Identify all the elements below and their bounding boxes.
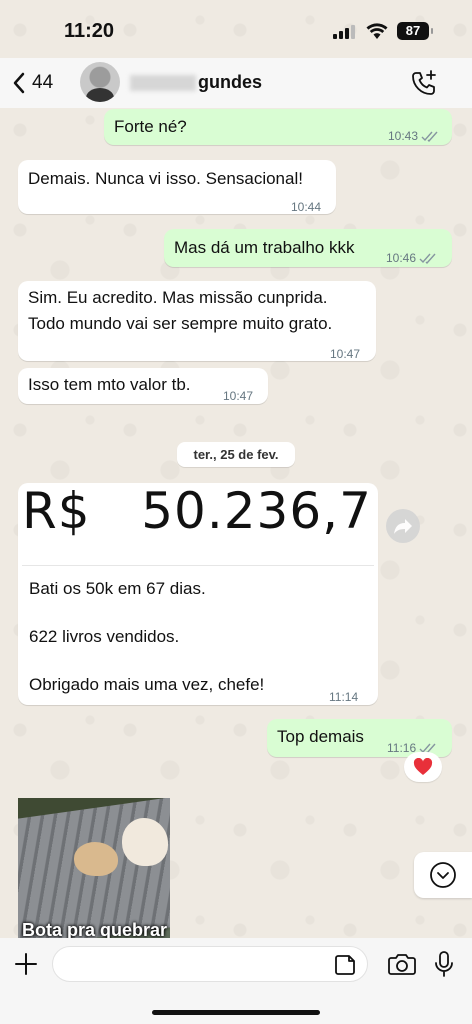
signal-icon	[333, 25, 357, 39]
message-time: 10:47	[223, 389, 254, 403]
back-button[interactable]: 44	[12, 68, 53, 98]
heart-reaction[interactable]	[404, 752, 442, 782]
message-text: Mas dá um trabalho kkk	[174, 238, 355, 257]
message-outgoing[interactable]: Mas dá um trabalho kkk 10:46	[164, 229, 452, 267]
forward-button[interactable]	[386, 509, 420, 543]
back-chevron-icon	[13, 72, 25, 94]
message-meta: 10:43	[388, 124, 439, 148]
message-text: Top demais	[277, 727, 364, 746]
battery-icon: 87	[397, 22, 433, 40]
message-image[interactable]: R$ 50.236,77	[22, 488, 374, 566]
camera-icon[interactable]	[388, 952, 416, 976]
sticker-message[interactable]: Bota pra quebrar	[18, 798, 170, 938]
hen-figure	[74, 842, 118, 876]
sticker-icon[interactable]	[334, 954, 356, 976]
message-text-line: 622 livros vendidos.	[29, 627, 180, 646]
message-time: 11:14	[329, 690, 359, 704]
message-time: 10:44	[291, 200, 322, 214]
read-ticks-icon	[421, 131, 438, 142]
contact-avatar[interactable]	[80, 62, 120, 102]
message-text-line: Todo mundo vai ser sempre muito grato.	[28, 314, 333, 333]
hen-figure	[122, 818, 168, 866]
unread-count: 44	[32, 72, 54, 93]
message-text-line: Sim. Eu acredito. Mas missão cunprida.	[28, 288, 328, 307]
message-text: Demais. Nunca vi isso. Sensacional!	[28, 169, 303, 188]
scroll-to-bottom-button[interactable]	[414, 852, 472, 898]
message-time: 10:47	[330, 347, 361, 361]
home-indicator	[152, 1010, 320, 1015]
wifi-icon	[366, 23, 388, 39]
chat-header: 44 gundes	[0, 58, 472, 108]
message-meta: 10:46	[386, 246, 437, 270]
message-incoming[interactable]: Demais. Nunca vi isso. Sensacional! 10:4…	[18, 160, 336, 214]
message-incoming-image[interactable]: R$ 50.236,77 Bati os 50k em 67 dias. 622…	[18, 483, 378, 705]
chevron-down-icon	[430, 862, 456, 888]
date-separator: ter., 25 de fev.	[177, 442, 295, 467]
message-text-line: Obrigado mais uma vez, chefe!	[29, 675, 265, 694]
microphone-icon[interactable]	[434, 950, 454, 978]
message-incoming[interactable]: Sim. Eu acredito. Mas missão cunprida. T…	[18, 281, 376, 361]
redacted-name-part	[130, 75, 196, 92]
message-text: Forte né?	[114, 117, 187, 136]
sticker-caption: Bota pra quebrar	[22, 920, 168, 938]
message-text-line: Bati os 50k em 67 dias.	[29, 579, 206, 598]
message-input[interactable]	[52, 946, 368, 982]
status-bar: 11:20 87	[0, 0, 472, 58]
read-ticks-icon	[419, 253, 436, 264]
plus-icon[interactable]	[14, 952, 38, 976]
message-outgoing[interactable]: Forte né? 10:43	[104, 109, 452, 145]
input-bar	[0, 938, 472, 1024]
message-incoming[interactable]: Isso tem mto valor tb. 10:47	[18, 368, 268, 404]
forward-icon	[394, 519, 412, 534]
message-text: Isso tem mto valor tb.	[28, 375, 191, 394]
image-amount-text: R$ 50.236,77	[22, 488, 374, 540]
status-time: 11:20	[64, 20, 115, 42]
contact-name[interactable]: gundes	[130, 72, 262, 93]
add-call-icon[interactable]	[410, 69, 438, 97]
heart-icon	[413, 758, 433, 775]
